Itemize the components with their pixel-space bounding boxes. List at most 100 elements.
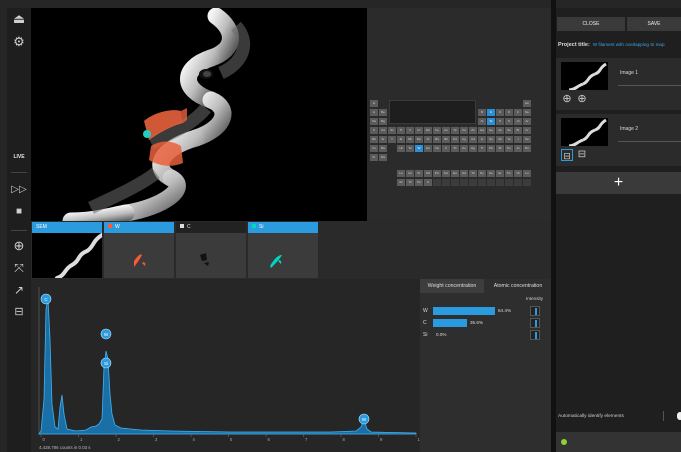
line-tool-icon[interactable]: ↗ (10, 282, 28, 298)
fast-forward-icon[interactable]: ▷▷ (10, 182, 28, 198)
pt-element[interactable]: Cd (469, 136, 477, 143)
pt-element[interactable]: Cr (415, 127, 423, 134)
pt-element[interactable]: Xe (523, 136, 531, 143)
add-image-button[interactable]: + (556, 172, 681, 194)
pt-element[interactable]: Tb (469, 170, 477, 177)
pt-element[interactable]: Be (379, 109, 387, 116)
pt-element[interactable] (469, 179, 477, 186)
pt-element[interactable] (487, 179, 495, 186)
pt-element[interactable]: Zn (469, 127, 477, 134)
pt-element[interactable]: Ta (406, 145, 414, 152)
pt-element[interactable]: Cu (460, 127, 468, 134)
crosshair-icon[interactable]: ⊕ (561, 93, 573, 105)
expand-icon[interactable]: ⤧ (10, 260, 28, 276)
eds-spectrum[interactable]: CWSiW 012345678910 4,428,786 counts in 0… (31, 279, 423, 452)
pt-element[interactable]: As (496, 127, 504, 134)
gear-icon[interactable]: ⚙ (10, 34, 28, 50)
pt-element[interactable]: Se (505, 127, 513, 134)
pt-element[interactable]: Tm (505, 170, 513, 177)
pt-element[interactable]: Au (460, 145, 468, 152)
pt-element[interactable]: Ru (433, 136, 441, 143)
pt-element[interactable] (442, 179, 450, 186)
pt-element[interactable] (460, 179, 468, 186)
pt-element[interactable]: Th (406, 179, 414, 186)
close-button[interactable]: CLOSE (557, 17, 625, 31)
region-tool-icon[interactable]: ⊟ (576, 149, 588, 161)
pt-element[interactable]: Li (370, 109, 378, 116)
pt-element[interactable]: U (424, 179, 432, 186)
pt-element[interactable]: At (514, 145, 522, 152)
pt-element[interactable]: La (397, 170, 405, 177)
pt-element[interactable]: Ge (487, 127, 495, 134)
pt-element[interactable]: Hg (469, 145, 477, 152)
pt-element[interactable]: Ba (379, 145, 387, 152)
pt-element-selected[interactable]: W (415, 145, 423, 152)
pt-element[interactable]: Nd (424, 170, 432, 177)
save-button[interactable]: SAVE (627, 17, 681, 31)
pt-element-selected[interactable]: C (487, 109, 495, 116)
pt-element[interactable]: Ga (478, 127, 486, 134)
pt-element[interactable] (478, 179, 486, 186)
pt-element[interactable]: Sm (442, 170, 450, 177)
pt-element[interactable]: Ni (451, 127, 459, 134)
pt-element[interactable]: V (406, 127, 414, 134)
pt-element[interactable] (496, 179, 504, 186)
pt-element-selected[interactable]: Si (487, 118, 495, 125)
pt-element[interactable] (514, 179, 522, 186)
pt-element[interactable]: O (505, 109, 513, 116)
pt-element[interactable] (523, 179, 531, 186)
pt-element[interactable]: Pt (451, 145, 459, 152)
thumb-si[interactable]: Si (248, 222, 318, 278)
pt-element[interactable]: Al (478, 118, 486, 125)
pt-element[interactable]: Hf (397, 145, 405, 152)
tab-weight-concentration[interactable]: Weight concentration (420, 279, 484, 293)
pt-element[interactable]: Ag (460, 136, 468, 143)
pt-element[interactable]: Cl (514, 118, 522, 125)
pt-element[interactable]: F (514, 109, 522, 116)
peak-marker[interactable]: W (100, 328, 112, 340)
tab-atomic-concentration[interactable]: Atomic concentration (485, 279, 551, 293)
pt-element[interactable]: Lu (523, 170, 531, 177)
pt-element[interactable] (451, 179, 459, 186)
pt-element[interactable]: Tl (478, 145, 486, 152)
image-card-2[interactable]: Image 2 ⊟ ⊟ (556, 114, 681, 166)
crosshair-icon[interactable]: ⊕ (576, 93, 588, 105)
pt-element[interactable]: Sr (379, 136, 387, 143)
pt-element[interactable]: Co (442, 127, 450, 134)
pt-element[interactable]: Kr (523, 127, 531, 134)
pt-element[interactable]: Bi (496, 145, 504, 152)
pt-element[interactable]: Ca (379, 127, 387, 134)
thumb-w[interactable]: W (104, 222, 174, 278)
pt-element[interactable]: Mn (424, 127, 432, 134)
pt-element[interactable]: Pa (415, 179, 423, 186)
pt-element[interactable]: Te (505, 136, 513, 143)
pt-element[interactable]: H (370, 100, 378, 107)
pt-element[interactable]: Nb (406, 136, 414, 143)
pt-element[interactable]: Pb (487, 145, 495, 152)
pt-element[interactable]: Fe (433, 127, 441, 134)
peak-marker[interactable]: Si (100, 357, 112, 369)
pt-element[interactable]: Dy (478, 170, 486, 177)
pt-element[interactable]: Ti (397, 127, 405, 134)
pt-element[interactable]: Ce (406, 170, 414, 177)
region-tool-icon[interactable]: ⊟ (10, 304, 28, 320)
pt-element[interactable]: P (496, 118, 504, 125)
eject-icon[interactable]: ⏏ (10, 11, 28, 27)
thumb-c[interactable]: C (176, 222, 246, 278)
pt-element[interactable]: Ra (379, 154, 387, 161)
intensity-slider[interactable] (530, 330, 540, 340)
pt-element[interactable]: Yb (514, 170, 522, 177)
pt-element[interactable]: Mg (379, 118, 387, 125)
peak-marker[interactable]: W (358, 413, 370, 425)
pt-element[interactable]: Gd (460, 170, 468, 177)
pt-element[interactable]: Pm (433, 170, 441, 177)
pt-element[interactable]: Mo (415, 136, 423, 143)
pt-element[interactable]: Ne (523, 109, 531, 116)
pt-element[interactable]: Fr (370, 154, 378, 161)
pt-element[interactable]: Os (433, 145, 441, 152)
pt-element[interactable]: Po (505, 145, 513, 152)
intensity-slider[interactable] (530, 318, 540, 328)
pt-element[interactable]: Sn (487, 136, 495, 143)
pt-element[interactable]: Ar (523, 118, 531, 125)
pt-element[interactable]: K (370, 127, 378, 134)
